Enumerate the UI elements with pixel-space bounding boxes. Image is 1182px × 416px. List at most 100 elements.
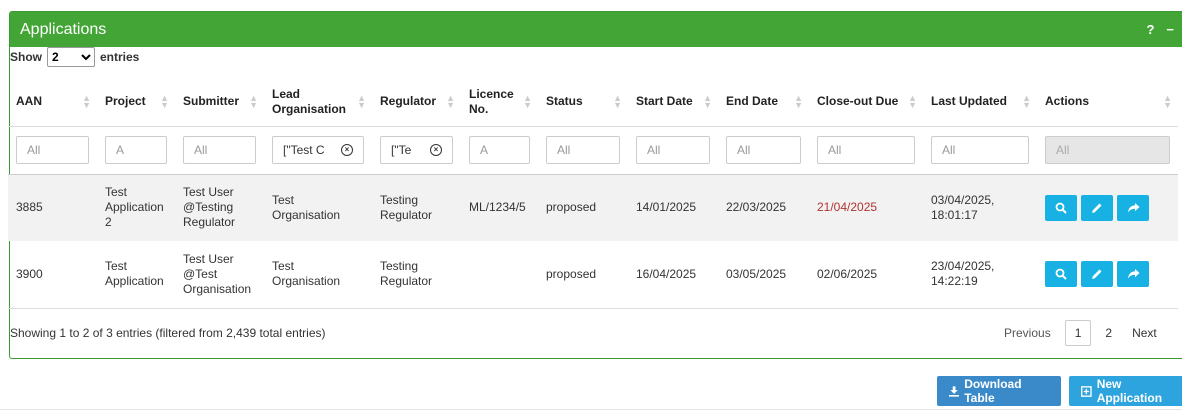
column-header-licence-no[interactable]: Licence No. ▲ ▼ [461,78,538,127]
pencil-icon [1092,269,1102,280]
filter-submitter[interactable]: All [183,136,256,164]
filter-end-date[interactable]: All [726,136,801,164]
cell-actions [1037,174,1178,241]
cell-status: proposed [538,174,628,241]
page-1-button[interactable]: 1 [1064,320,1092,346]
cell-last-updated: 03/04/2025, 18:01:17 [923,174,1037,241]
filter-licence[interactable]: A [469,136,530,164]
column-header-last-updated[interactable]: Last Updated ▲ ▼ [923,78,1037,127]
filter-actions: All [1045,136,1170,164]
page-2-button[interactable]: 2 [1095,326,1122,340]
filter-close-out-due[interactable]: All [817,136,915,164]
filter-last-updated[interactable]: All [931,136,1029,164]
download-table-button[interactable]: Download Table [937,376,1061,406]
header-row: AAN ▲ ▼ Project ▲ ▼ Submitter ▲ ▼ Lead Organis… [8,78,1178,127]
previous-page-button[interactable]: Previous [994,326,1061,340]
sort-icon: ▲ ▼ [1163,92,1172,110]
cell-submitter: Test User @Test Organisation [175,241,264,309]
show-label: Show [10,50,42,64]
cell-regulator: Testing Regulator [372,241,461,309]
edit-button[interactable] [1081,261,1113,288]
cell-lead-organisation: Test Organisation [264,174,372,241]
clear-icon[interactable]: × [341,144,353,156]
entries-label: entries [100,50,140,64]
filter-project[interactable]: A [105,136,167,164]
cell-end-date: 22/03/2025 [718,174,809,241]
sort-icon: ▲ ▼ [357,92,366,110]
search-icon [1055,202,1067,214]
sort-icon: ▲ ▼ [446,92,455,110]
page-length-select[interactable]: 2 [47,47,95,67]
applications-table: AAN ▲ ▼ Project ▲ ▼ Submitter ▲ ▼ Lead Organis… [8,78,1178,309]
new-application-label: New Application [1096,377,1163,405]
panel-title: Applications [20,20,107,38]
column-header-lead-organisation[interactable]: Lead Organisation ▲ ▼ [264,78,372,127]
next-page-button[interactable]: Next [1122,326,1167,340]
search-icon [1055,268,1067,280]
pencil-icon [1092,203,1102,213]
sort-icon: ▲ ▼ [613,92,622,110]
sort-icon: ▲ ▼ [160,92,169,110]
share-button[interactable] [1117,261,1149,288]
filter-lead-value: ["Test C [283,142,325,157]
cell-lead-organisation: Test Organisation [264,241,372,309]
edit-button[interactable] [1081,194,1113,221]
column-header-start-date[interactable]: Start Date ▲ ▼ [628,78,718,127]
cell-start-date: 16/04/2025 [628,241,718,309]
cell-aan: 3885 [8,174,97,241]
share-button[interactable] [1117,194,1149,221]
view-button[interactable] [1045,194,1077,221]
filter-status[interactable]: All [546,136,620,164]
column-header-end-date[interactable]: End Date ▲ ▼ [718,78,809,127]
cell-status: proposed [538,241,628,309]
divider [0,409,1182,410]
sort-icon: ▲ ▼ [1022,92,1031,110]
cell-actions [1037,241,1178,309]
panel-header: Applications ? − [10,12,1182,47]
sort-icon: ▲ ▼ [523,92,532,110]
help-icon[interactable]: ? [1146,22,1154,37]
column-header-regulator[interactable]: Regulator ▲ ▼ [372,78,461,127]
table-info: Showing 1 to 2 of 3 entries (filtered fr… [10,326,326,340]
cell-end-date: 03/05/2025 [718,241,809,309]
pagination: Previous 1 2 Next [994,320,1167,346]
cell-regulator: Testing Regulator [372,174,461,241]
column-header-close-out-due[interactable]: Close-out Due ▲ ▼ [809,78,923,127]
filter-regulator-value: ["Te [391,142,412,157]
column-header-aan[interactable]: AAN ▲ ▼ [8,78,97,127]
cell-last-updated: 23/04/2025, 14:22:19 [923,241,1037,309]
filter-regulator[interactable]: ["Te × [380,136,453,164]
cell-licence: ML/1234/5 [461,174,538,241]
new-application-button[interactable]: New Application [1069,376,1182,406]
filter-start-date[interactable]: All [636,136,710,164]
plus-square-icon [1081,385,1092,397]
cell-aan: 3900 [8,241,97,309]
filter-lead-organisation[interactable]: ["Test C × [272,136,364,164]
download-icon [949,385,960,397]
sort-icon: ▲ ▼ [794,92,803,110]
sort-icon: ▲ ▼ [249,92,258,110]
column-header-actions[interactable]: Actions ▲ ▼ [1037,78,1178,127]
collapse-icon[interactable]: − [1166,22,1174,37]
sort-icon: ▲ ▼ [908,92,917,110]
cell-start-date: 14/01/2025 [628,174,718,241]
table-row: 3885 Test Application 2 Test User @Testi… [8,174,1178,241]
column-header-project[interactable]: Project ▲ ▼ [97,78,175,127]
share-icon [1127,202,1139,213]
share-icon [1127,269,1139,279]
cell-project: Test Application [97,241,175,309]
column-header-status[interactable]: Status ▲ ▼ [538,78,628,127]
filter-row: All A All ["Test C × ["Te × A All All All … [8,126,1178,175]
view-button[interactable] [1045,261,1077,288]
cell-licence [461,241,538,309]
cell-close-out-due: 21/04/2025 [809,174,923,241]
sort-icon: ▲ ▼ [703,92,712,110]
filter-aan[interactable]: All [16,136,89,164]
cell-close-out-due: 02/06/2025 [809,241,923,309]
sort-icon: ▲ ▼ [82,92,91,110]
page-length-control: Show 2 entries [10,47,139,67]
column-header-submitter[interactable]: Submitter ▲ ▼ [175,78,264,127]
panel-tools: ? − [1146,22,1182,37]
clear-icon[interactable]: × [430,144,442,156]
cell-project: Test Application 2 [97,174,175,241]
